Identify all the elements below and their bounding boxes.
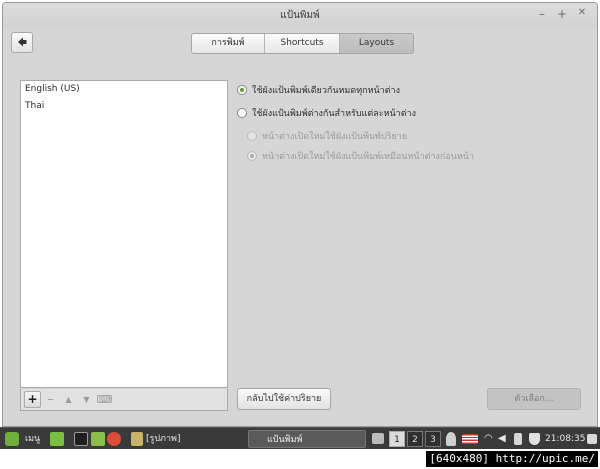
shield-icon[interactable] [529, 433, 540, 445]
same-layout-option[interactable]: ใช้ผังแป้นพิมพ์เดียวกันหมดทุกหน้าต่าง [237, 83, 400, 97]
folder-task-label[interactable]: [รูปภาพ] [146, 428, 181, 450]
screenshot-frame: แป้นพิมพ์ – + ✕ การพิมพ์ Shortcuts Layou… [0, 0, 600, 469]
left-arrow-icon [18, 37, 27, 47]
mint-menu-icon[interactable] [5, 432, 19, 446]
watermark-caption: [640x480] http://upic.me/ [426, 451, 598, 467]
section-tabs: การพิมพ์ Shortcuts Layouts [191, 33, 414, 54]
radio-icon[interactable] [237, 108, 247, 118]
new-window-default-label: หน้าต่างเปิดใหม่ใช้ผังแป้นพิมพ์ปริยาย [262, 132, 408, 142]
radio-icon[interactable] [247, 131, 257, 141]
volume-icon[interactable]: ◀ [498, 428, 506, 450]
same-layout-label: ใช้ผังแป้นพิมพ์เดียวกันหมดทุกหน้าต่าง [252, 86, 401, 96]
workspace-3[interactable]: 3 [425, 431, 441, 447]
title-bar[interactable]: แป้นพิมพ์ – + ✕ [3, 3, 597, 27]
show-desktop-icon[interactable] [50, 432, 64, 446]
wifi-icon[interactable]: ◠ [484, 428, 493, 450]
notification-icon[interactable] [587, 434, 597, 444]
list-item[interactable]: English (US) [21, 81, 227, 98]
move-up-button[interactable]: ▲ [60, 391, 77, 408]
new-window-default-option[interactable]: หน้าต่างเปิดใหม่ใช้ผังแป้นพิมพ์ปริยาย [247, 129, 407, 143]
tab-layouts[interactable]: Layouts [340, 34, 413, 53]
display-icon[interactable] [372, 433, 384, 444]
battery-icon[interactable] [514, 433, 522, 445]
clock[interactable]: 21:08:35 [545, 428, 585, 450]
new-window-previous-label: หน้าต่างเปิดใหม่ใช้ผังแป้นพิมพ์เหมือนหน้… [262, 152, 475, 162]
window-title: แป้นพิมพ์ [280, 10, 320, 21]
reset-defaults-button[interactable]: กลับไปใช้ค่าปริยาย [237, 388, 331, 410]
maximize-button[interactable]: + [555, 7, 569, 21]
chrome-browser-icon[interactable] [107, 432, 121, 446]
back-button[interactable] [11, 32, 33, 53]
task-label: แป้นพิมพ์ [267, 435, 303, 445]
close-button[interactable]: ✕ [575, 7, 589, 18]
layouts-list-toolbar: + – ▲ ▼ ⌨ [20, 389, 228, 411]
us-flag-icon[interactable] [462, 434, 478, 444]
list-item[interactable]: Thai [21, 98, 227, 115]
per-window-label: ใช้ผังแป้นพิมพ์ต่างกันสำหรับแต่ละหน้าต่า… [252, 109, 416, 119]
radio-checked-icon[interactable] [247, 151, 257, 161]
per-window-option[interactable]: ใช้ผังแป้นพิมพ์ต่างกันสำหรับแต่ละหน้าต่า… [237, 106, 416, 120]
toolbar: การพิมพ์ Shortcuts Layouts [3, 27, 597, 61]
keyboard-preview-button[interactable]: ⌨ [96, 391, 113, 408]
terminal-icon[interactable] [74, 432, 88, 446]
new-window-previous-option[interactable]: หน้าต่างเปิดใหม่ใช้ผังแป้นพิมพ์เหมือนหน้… [247, 149, 474, 163]
folder-icon[interactable] [131, 432, 143, 446]
add-layout-button[interactable]: + [24, 391, 41, 408]
file-manager-icon[interactable] [91, 432, 105, 446]
remove-layout-button[interactable]: – [42, 391, 59, 408]
tab-shortcuts[interactable]: Shortcuts [265, 34, 340, 53]
workspace-2[interactable]: 2 [407, 431, 423, 447]
user-icon[interactable] [446, 432, 456, 446]
taskbar-panel: เมนู [รูปภาพ] แป้นพิมพ์ 1 2 3 ◠ ◀ 21:08:… [0, 427, 600, 449]
keyboard-task-button[interactable]: แป้นพิมพ์ [248, 430, 366, 448]
radio-checked-icon[interactable] [237, 85, 247, 95]
move-down-button[interactable]: ▼ [78, 391, 95, 408]
options-button[interactable]: ตัวเลือก... [487, 388, 581, 410]
layouts-list[interactable]: English (US) Thai [20, 80, 228, 388]
keyboard-settings-window: แป้นพิมพ์ – + ✕ การพิมพ์ Shortcuts Layou… [2, 2, 598, 427]
minimize-button[interactable]: – [535, 7, 549, 21]
workspace-1[interactable]: 1 [389, 431, 405, 447]
tab-typing[interactable]: การพิมพ์ [192, 34, 265, 53]
menu-button-label[interactable]: เมนู [25, 428, 40, 450]
